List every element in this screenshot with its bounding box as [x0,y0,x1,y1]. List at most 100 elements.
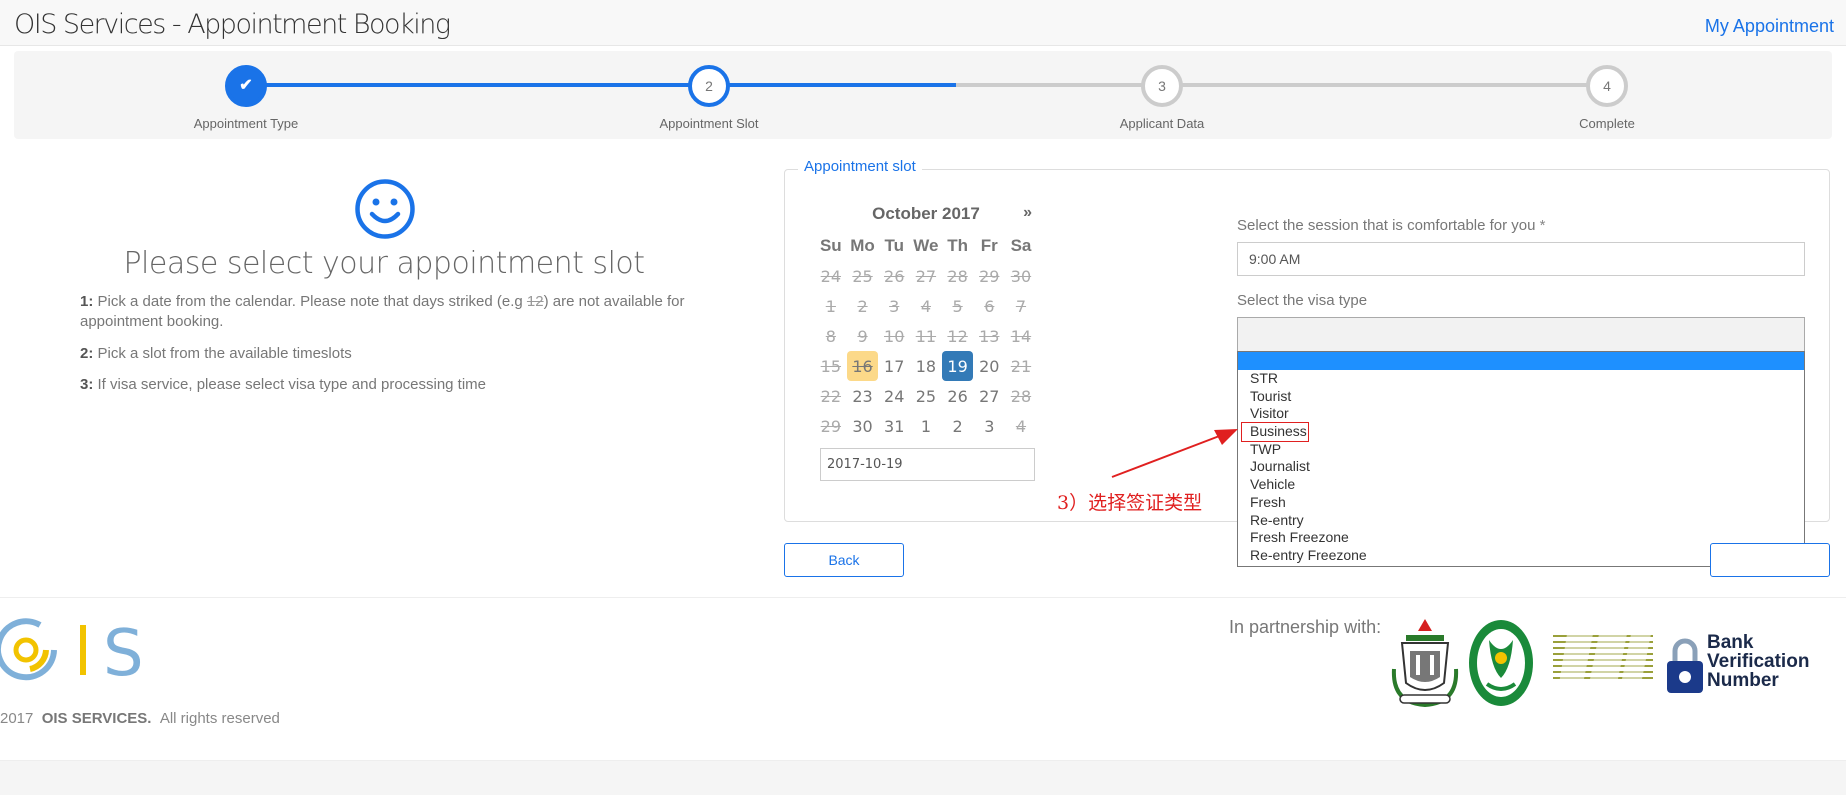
calendar-week: 29 30 31 1 2 3 4 [815,411,1037,441]
dropdown-option[interactable]: Visitor [1238,405,1804,423]
fieldset-legend: Appointment slot [798,158,922,175]
dropdown-option[interactable]: Tourist [1238,388,1804,406]
next-month-icon[interactable]: » [1023,204,1032,222]
instruction-2: 2: Pick a slot from the available timesl… [80,344,700,364]
next-button[interactable] [1710,543,1830,577]
dropdown-option[interactable]: STR [1238,370,1804,388]
calendar-day[interactable]: 5 [942,291,974,321]
calendar-day[interactable]: 26 [942,381,974,411]
instruction-number: 1: [80,293,94,310]
dropdown-option[interactable]: Re-entry [1238,512,1804,530]
dropdown-option[interactable]: Fresh [1238,494,1804,512]
session-select[interactable]: 9:00 AM [1237,242,1805,276]
calendar-day[interactable]: 28 [942,261,974,291]
calendar-day[interactable]: 27 [973,381,1005,411]
wizard-step-applicant-data[interactable]: 3 Applicant Data [1062,65,1262,131]
calendar-weekday-row: Su Mo Tu We Th Fr Sa [815,231,1037,261]
wizard-step-appointment-slot[interactable]: 2 Appointment Slot [609,65,809,131]
calendar-day[interactable]: 24 [815,261,847,291]
calendar-weekday: Sa [1010,236,1032,255]
calendar-day[interactable]: 30 [1005,261,1037,291]
calendar-week: 24 25 26 27 28 29 30 [815,261,1037,291]
calendar-day[interactable]: 17 [878,351,910,381]
calendar-day[interactable]: 3 [878,291,910,321]
calendar-day[interactable]: 3 [973,411,1005,441]
date-input[interactable]: 2017-10-19 [820,448,1035,481]
calendar-day[interactable]: 28 [1005,381,1037,411]
bvn-text: Bank Verification Number [1707,633,1809,690]
calendar-month[interactable]: October 2017 [820,204,1032,224]
calendar-day[interactable]: 15 [815,351,847,381]
calendar-day[interactable]: 1 [910,411,942,441]
calendar-day[interactable]: 9 [847,321,879,351]
calendar-day[interactable]: 1 [815,291,847,321]
calendar-week: 22 23 24 25 26 27 28 [815,381,1037,411]
calendar-day[interactable]: 22 [815,381,847,411]
calendar-day[interactable]: 2 [942,411,974,441]
back-button[interactable]: Back [784,543,904,577]
dropdown-option-text: Re-entry [1250,511,1304,528]
calendar-day[interactable]: 12 [942,321,974,351]
wizard-step-label: Applicant Data [1119,116,1205,131]
annotation-highlight-box [1241,422,1309,443]
calendar-day[interactable]: 21 [1005,351,1037,381]
dropdown-option-text: Fresh Freezone [1250,529,1349,546]
nibss-logo [1553,634,1653,684]
annotation-arrow-icon [1111,429,1238,478]
calendar-day[interactable]: 14 [1005,321,1037,351]
calendar-day-selected[interactable]: 19 [941,351,974,381]
bvn-word: Bank [1707,632,1754,653]
calendar-day[interactable]: 4 [910,291,942,321]
slot-heading: Please select your appointment slot [123,246,645,281]
calendar-weekday: Th [947,236,968,255]
calendar-day[interactable]: 18 [910,351,942,381]
my-appointment-link[interactable]: My Appointment [1705,16,1834,37]
calendar-day[interactable]: 26 [878,261,910,291]
dropdown-option[interactable]: Vehicle [1238,476,1804,494]
calendar-day[interactable]: 29 [973,261,1005,291]
wizard-step-appointment-type[interactable]: ✔ Appointment Type [146,65,346,131]
dropdown-option-text: Journalist [1250,458,1310,475]
calendar-day[interactable]: 25 [847,261,879,291]
calendar-day[interactable]: 31 [878,411,910,441]
visa-type-select[interactable] [1237,317,1805,351]
annotation-label: 3）选择签证类型 [1057,492,1203,514]
calendar-day[interactable]: 13 [973,321,1005,351]
calendar-day[interactable]: 8 [815,321,847,351]
calendar-day[interactable]: 16 [846,351,879,381]
calendar-day[interactable]: 24 [878,381,910,411]
calendar-day[interactable]: 20 [973,351,1005,381]
calendar-weekday: We [913,236,939,255]
calendar-day[interactable]: 25 [910,381,942,411]
dropdown-option[interactable]: Journalist [1238,458,1804,476]
calendar-day[interactable]: 29 [815,411,847,441]
dropdown-option-empty[interactable] [1238,352,1804,370]
immigration-service-logo [1391,619,1459,708]
calendar-weekday: Su [819,236,842,255]
calendar-day[interactable]: 7 [1005,291,1037,321]
calendar-day[interactable]: 2 [847,291,879,321]
company-name: OIS SERVICES. [41,710,152,727]
dropdown-option[interactable]: Business [1238,422,1804,443]
dropdown-option[interactable]: TWP [1238,441,1804,459]
wizard-step-label: Appointment Slot [659,116,759,131]
calendar-week: 1234567 [815,291,1037,321]
dropdown-option-text: Re-entry Freezone [1250,546,1367,563]
calendar-weekday: Mo [850,236,875,255]
wizard-progress-done [246,83,956,87]
calendar-weekday: Tu [884,236,904,255]
calendar-day[interactable]: 4 [1005,411,1037,441]
calendar-day[interactable]: 30 [847,411,879,441]
calendar-day[interactable]: 27 [910,261,942,291]
calendar-day[interactable]: 10 [878,321,910,351]
calendar-day[interactable]: 23 [847,381,879,411]
calendar-day[interactable]: 6 [973,291,1005,321]
instruction-3: 3: If visa service, please select visa t… [80,375,700,395]
wizard-step-complete[interactable]: 4 Complete [1507,65,1707,131]
wizard-step-number: 4 [1586,65,1628,107]
calendar-week: 8 9 10 11 12 13 14 [815,321,1037,351]
calendar-weekday: Fr [980,236,998,255]
session-label: Select the session that is comfortable f… [1237,217,1546,234]
instruction-text: Pick a slot from the available timeslots [93,345,352,362]
calendar-day[interactable]: 11 [910,321,942,351]
